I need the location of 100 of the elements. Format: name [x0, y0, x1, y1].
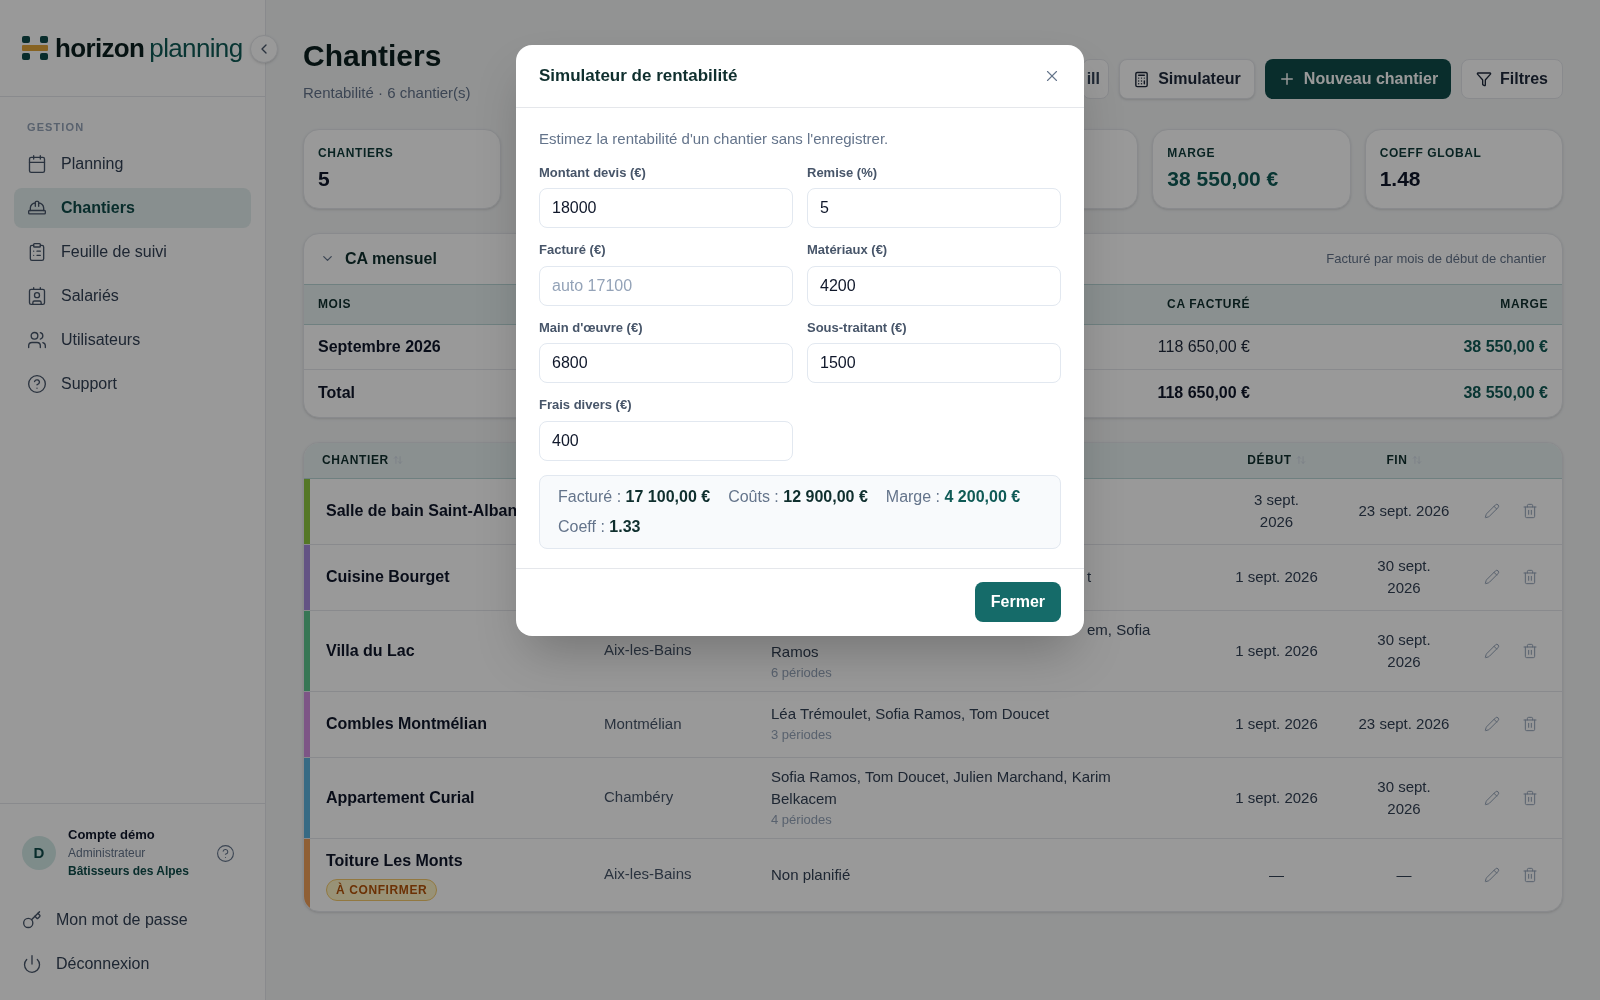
stat-label: MARGE [1167, 144, 1216, 162]
table-cell-text: 23 sept. 2026 [1358, 501, 1450, 521]
delete-icon[interactable] [1521, 503, 1538, 519]
key-icon [22, 910, 42, 930]
field-label: Facturé (€) [539, 241, 607, 259]
sidebar-item[interactable]: Mon mot de passe [22, 898, 243, 942]
input-field[interactable]: 1500 [807, 343, 1061, 383]
input-field[interactable]: 5 [807, 188, 1061, 228]
table-cell-text: Montmélian [604, 713, 682, 734]
table-cell-text: Léa Trémoulet, Sofia Ramos, Tom Doucet [771, 704, 1051, 724]
column-header: MARGE [1499, 296, 1548, 313]
page-subtitle: Rentabilité · 6 chantier(s) [303, 83, 471, 103]
simulator-button[interactable]: Simulateur [1119, 59, 1255, 99]
edit-icon[interactable] [1483, 866, 1500, 883]
period-count: 6 périodes [771, 663, 833, 682]
table-cell-text: t [1087, 567, 1093, 587]
account-role: Administrateur [68, 845, 147, 862]
column-header: CA FACTURÉ [1167, 295, 1250, 313]
status-badge: À CONFIRMER [326, 878, 438, 901]
new-site-button[interactable]: Nouveau chantier [1265, 59, 1451, 99]
edit-icon[interactable] [1483, 642, 1500, 659]
delete-icon[interactable] [1521, 642, 1538, 659]
delete-icon[interactable] [1521, 789, 1538, 806]
edit-icon[interactable] [1483, 716, 1500, 732]
edit-icon[interactable] [1483, 569, 1500, 585]
filter-button[interactable]: Filtres [1461, 59, 1563, 99]
power-icon [22, 954, 42, 974]
site-name: Villa du Lac [326, 640, 416, 661]
table-cell-text: 1 sept. 2026 [1235, 714, 1318, 734]
table-cell-text: Aix-les-Bains [604, 864, 692, 885]
section-title: CA mensuel [345, 248, 437, 269]
field-label: Frais divers (€) [539, 396, 633, 414]
summary-item: Marge : 4 200,00 € [885, 486, 1021, 507]
dialog-description: Estimez la rentabilité d'un chantier sans l'enregistrer. [539, 129, 890, 149]
field-label: Matériaux (€) [807, 241, 889, 259]
column-header[interactable]: FIN [1386, 451, 1408, 469]
edit-icon[interactable] [1483, 503, 1500, 519]
delete-icon[interactable] [1521, 866, 1538, 883]
delete-icon[interactable] [1521, 569, 1538, 585]
sidebar-item[interactable]: Feuille de suivi [14, 231, 251, 272]
table-cell-text: Total [318, 383, 356, 403]
sidebar-item[interactable]: Planning [14, 143, 251, 184]
sidebar-item[interactable]: Salariés [14, 275, 251, 316]
stat-label: CHANTIERS [318, 144, 395, 162]
table-cell-text: 1 sept. 2026 [1235, 787, 1318, 808]
input-field[interactable]: auto 17100 [539, 265, 793, 306]
table-cell-text: 38 550,00 € [1462, 383, 1548, 403]
avatar: D [22, 836, 56, 870]
period-count: 3 périodes [771, 726, 833, 744]
input-field[interactable]: 18000 [539, 188, 793, 228]
section-label: GESTION [26, 120, 86, 135]
sidebar-item[interactable]: Déconnexion [22, 942, 243, 986]
column-header[interactable]: DÉBUT [1247, 451, 1292, 469]
dialog-title: Simulateur de rentabilité [539, 65, 738, 88]
input-field[interactable]: 400 [539, 420, 793, 461]
collapse-button[interactable] [250, 35, 278, 63]
sidebar-item[interactable]: Chantiers [14, 187, 251, 228]
section-note: Facturé par mois de début de chantier [1326, 249, 1546, 268]
table-cell-text: 118 650,00 € [1157, 383, 1250, 403]
stat-value: 1.48 [1379, 167, 1422, 189]
summary-item: Facturé : 17 100,00 € [558, 486, 711, 507]
table-cell-text: 1 sept. 2026 [1235, 640, 1318, 661]
input-field[interactable]: 6800 [539, 343, 793, 383]
id-card-icon [27, 285, 47, 306]
summary-item: Coûts : 12 900,00 € [728, 486, 868, 507]
table-cell-text: Ramos [771, 641, 820, 662]
table-cell-text: 30 sept. 2026 [1377, 776, 1431, 819]
field-label: Sous-traitant (€) [807, 318, 908, 337]
site-name: Appartement Curial [326, 787, 476, 808]
table-cell-text: 30 sept. 2026 [1377, 556, 1431, 598]
filter-icon [1476, 71, 1492, 87]
summary-item: Coeff : 1.33 [558, 516, 641, 537]
column-header: MOIS [318, 296, 353, 313]
stat-value: 38 550,00 € [1167, 167, 1280, 189]
table-cell-text: — [1269, 864, 1284, 885]
edit-icon[interactable] [1483, 789, 1500, 806]
table-cell-text: Non planifié [771, 864, 852, 885]
column-header[interactable]: CHANTIER [322, 451, 389, 469]
clipboard-icon [27, 241, 47, 262]
site-name: Toiture Les Monts [326, 850, 464, 871]
sidebar-item[interactable]: Support [14, 363, 251, 404]
period-count: 4 périodes [771, 810, 833, 829]
table-cell-text: 1 sept. 2026 [1235, 567, 1318, 587]
field-label: Remise (%) [807, 163, 879, 182]
table-cell-text: 38 550,00 € [1462, 336, 1548, 357]
account-name: Compte démo [68, 826, 156, 844]
table-cell-text: Aix-les-Bains [604, 640, 692, 661]
page-title: Chantiers [303, 38, 443, 74]
stat-value: 5 [318, 167, 331, 189]
calendar-icon [27, 153, 47, 174]
help-icon[interactable] [216, 843, 235, 863]
site-name: Salle de bain Saint-Alban [326, 501, 519, 521]
sidebar-item[interactable]: Utilisateurs [14, 319, 251, 360]
input-field[interactable]: 4200 [807, 265, 1061, 306]
company-name: Bâtisseurs des Alpes [68, 863, 189, 880]
table-cell-text: 118 650,00 € [1157, 336, 1250, 357]
close-button[interactable]: Fermer [974, 582, 1061, 622]
field-label: Main d'œuvre (€) [539, 318, 644, 337]
brand-name: horizon [55, 35, 145, 61]
delete-icon[interactable] [1521, 716, 1538, 732]
